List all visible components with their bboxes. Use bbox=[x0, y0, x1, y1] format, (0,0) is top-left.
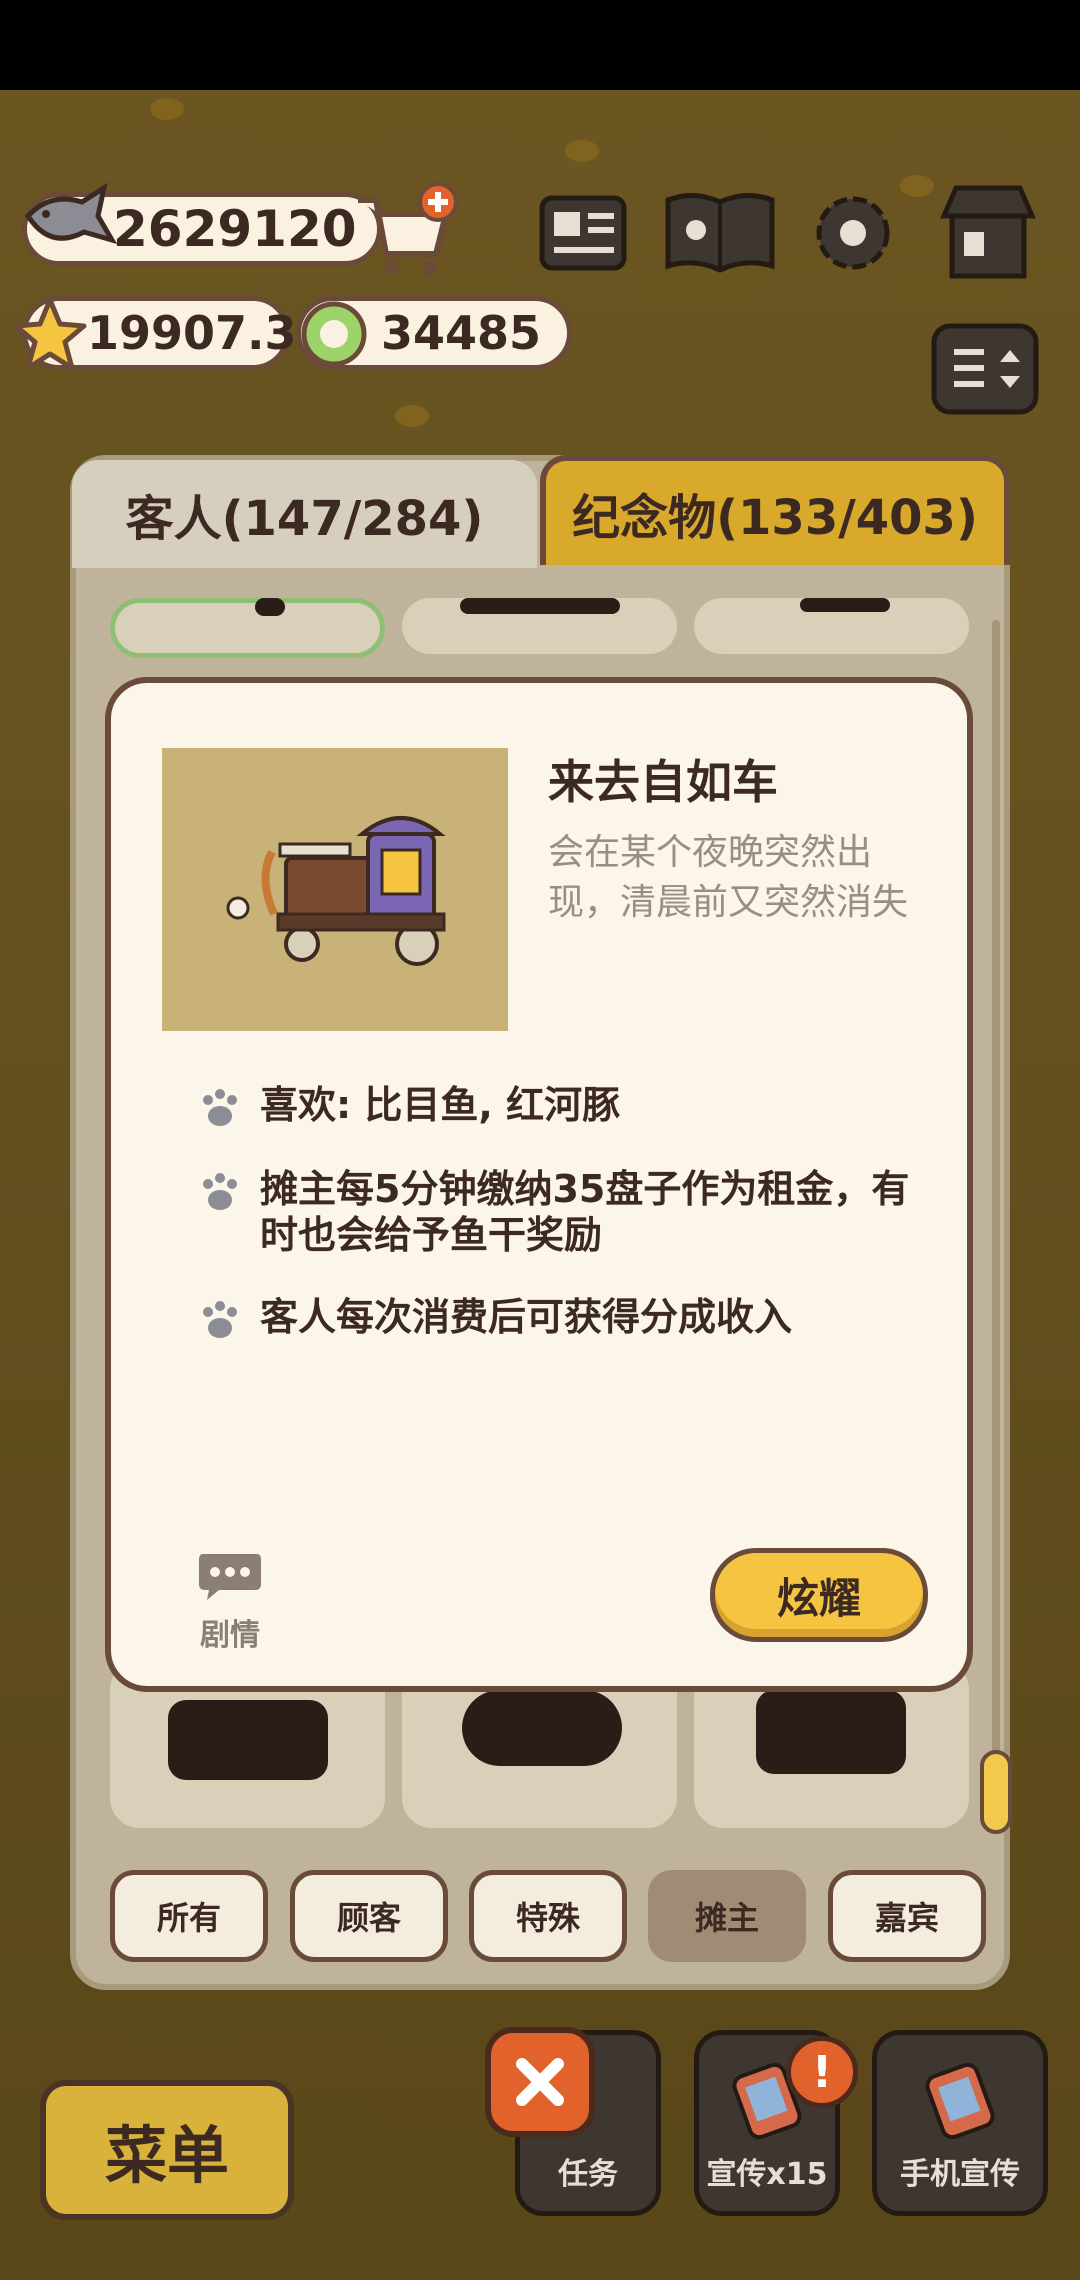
guest-silhouette bbox=[462, 1690, 622, 1766]
story-button[interactable]: 剧情 bbox=[190, 1548, 270, 1658]
filter-special[interactable]: 特殊 bbox=[469, 1870, 627, 1962]
feature-item: 摊主每5分钟缴纳35盘子作为租金，有时也会给予鱼干奖励 bbox=[196, 1166, 940, 1258]
guest-portrait bbox=[162, 748, 508, 1031]
fish-amount: 2629120 bbox=[113, 200, 357, 258]
filter-all[interactable]: 所有 bbox=[110, 1870, 268, 1962]
feature-text: 摊主每5分钟缴纳35盘子作为租金，有时也会给予鱼干奖励 bbox=[260, 1167, 910, 1257]
star-icon bbox=[12, 296, 88, 372]
book-icon[interactable] bbox=[660, 186, 780, 280]
guest-silhouette bbox=[255, 598, 285, 616]
story-label: 剧情 bbox=[200, 1618, 260, 1653]
fish-icon bbox=[20, 180, 120, 270]
guest-description: 会在某个夜晚突然出现，清晨前又突然消失 bbox=[548, 832, 909, 923]
guest-silhouette bbox=[460, 598, 620, 614]
traveling-cart-icon bbox=[226, 816, 446, 966]
paw-icon bbox=[203, 1173, 237, 1210]
alert-badge: ! bbox=[786, 2036, 858, 2108]
close-button[interactable] bbox=[485, 2027, 595, 2137]
store-icon[interactable] bbox=[934, 180, 1042, 284]
phone-promo-label: 手机宣传 bbox=[900, 2157, 1020, 2192]
leaf-decoration bbox=[565, 140, 599, 162]
filter-customers[interactable]: 顾客 bbox=[290, 1870, 448, 1962]
guest-name: 来去自如车 bbox=[548, 755, 778, 809]
guest-card[interactable] bbox=[110, 598, 385, 658]
star-amount: 19907.3 bbox=[87, 306, 297, 360]
scrollbar-track bbox=[992, 620, 1000, 1800]
coin-icon bbox=[296, 296, 372, 372]
coin-amount: 34485 bbox=[381, 306, 542, 360]
phone-promo-button[interactable]: 手机宣传 bbox=[872, 2030, 1048, 2216]
newspaper-icon[interactable] bbox=[536, 186, 630, 280]
status-bar bbox=[0, 0, 1080, 90]
filter-guests[interactable]: 嘉宾 bbox=[828, 1870, 986, 1962]
feature-text: 喜欢: 比目鱼, 红河豚 bbox=[260, 1083, 621, 1127]
leaf-decoration bbox=[900, 175, 934, 197]
feature-item: 喜欢: 比目鱼, 红河豚 bbox=[196, 1082, 940, 1132]
guest-silhouette bbox=[756, 1690, 906, 1774]
close-icon bbox=[516, 2058, 564, 2106]
feature-text: 客人每次消费后可获得分成收入 bbox=[260, 1295, 793, 1339]
gear-icon[interactable] bbox=[806, 186, 900, 280]
filter-vendors[interactable]: 摊主 bbox=[648, 1870, 806, 1962]
layout-toggle-icon[interactable] bbox=[930, 320, 1040, 420]
shop-cart-button[interactable] bbox=[352, 180, 460, 280]
guest-silhouette bbox=[168, 1700, 328, 1780]
leaf-decoration bbox=[395, 405, 429, 427]
paw-icon bbox=[203, 1301, 237, 1338]
speech-bubble-icon bbox=[199, 1554, 261, 1600]
tab-guests[interactable]: 客人(147/284) bbox=[72, 460, 537, 568]
show-off-button[interactable]: 炫耀 bbox=[710, 1548, 928, 1642]
feature-item: 客人每次消费后可获得分成收入 bbox=[196, 1294, 940, 1344]
menu-button[interactable]: 菜单 bbox=[40, 2080, 294, 2220]
promo-label: 宣传x15 bbox=[706, 2157, 828, 2192]
tab-souvenirs[interactable]: 纪念物(133/403) bbox=[540, 455, 1010, 565]
guest-silhouette bbox=[800, 598, 890, 612]
scrollbar-thumb[interactable] bbox=[980, 1750, 1012, 1834]
paw-icon bbox=[203, 1089, 237, 1126]
leaf-decoration bbox=[150, 98, 184, 120]
task-label: 任务 bbox=[558, 2157, 618, 2192]
phone-icon bbox=[925, 2062, 995, 2140]
